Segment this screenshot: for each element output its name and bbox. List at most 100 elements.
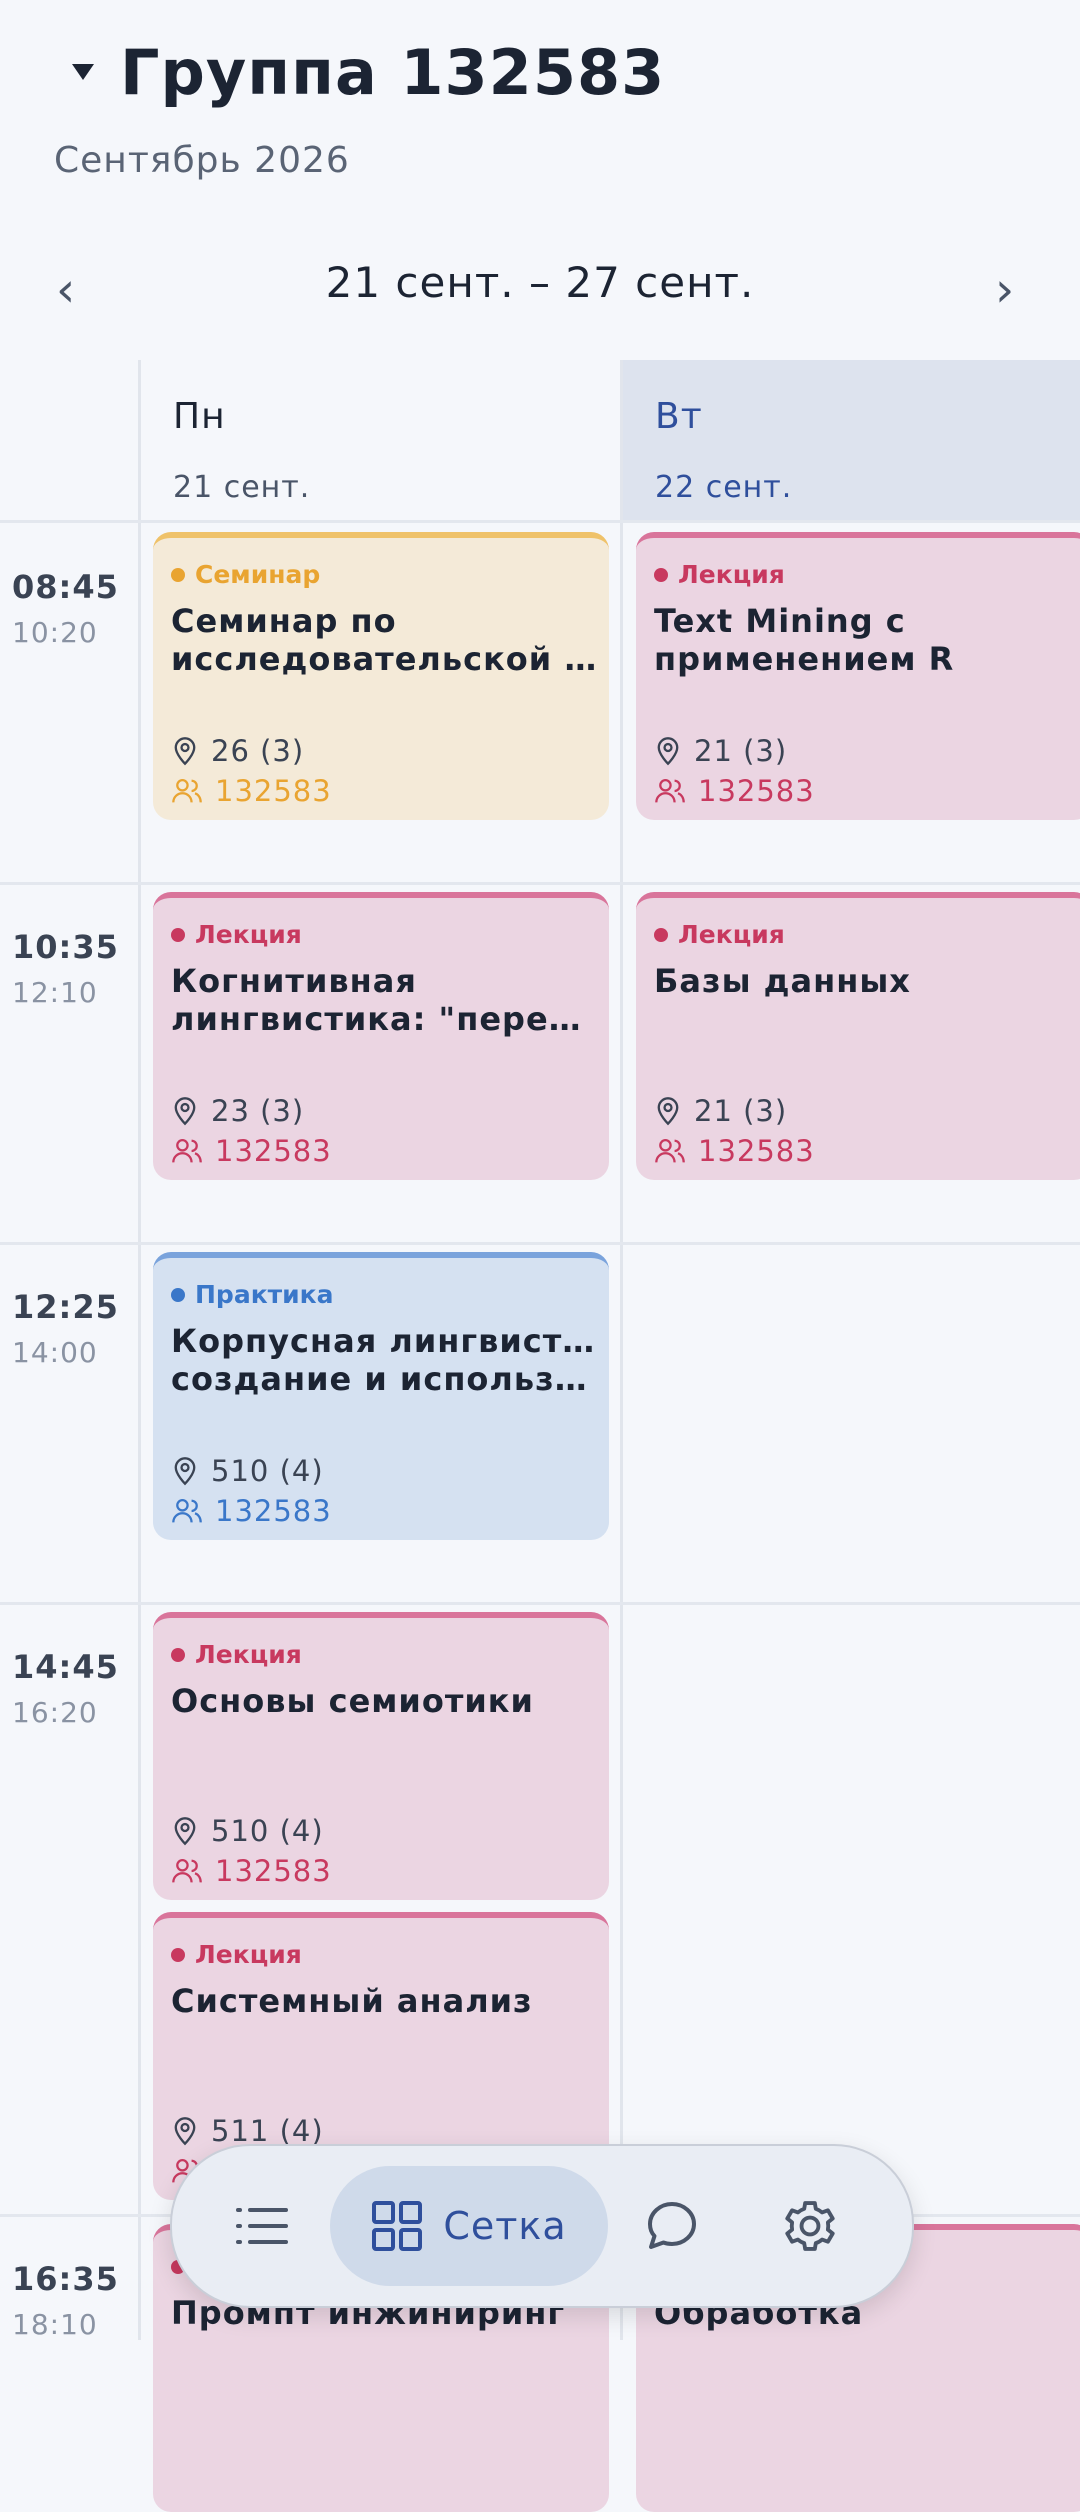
event-group: 132583 [171,1494,332,1528]
event-room: 26 (3) [171,734,304,768]
next-week-button[interactable]: › [995,262,1014,318]
event-card[interactable]: Лекция Базы данных 21 (3) 132583 [636,892,1080,1180]
type-dot-icon [654,567,668,582]
day-name: Вт [655,396,703,437]
type-dot-icon [654,927,668,942]
event-title-line: создание и использов... [171,1360,601,1398]
event-type: Практика [171,1280,334,1309]
event-group: 132583 [171,1134,332,1168]
room-label: 511 (4) [211,2114,324,2148]
month-subtitle: Сентябрь 2026 [54,140,350,181]
grid-view-label: Сетка [443,2204,567,2248]
time-end: 10:20 [12,616,98,649]
event-type-label: Семинар [195,560,321,589]
event-type: Семинар [171,560,320,589]
group-label: 132583 [215,1134,332,1168]
chat-button[interactable] [612,2166,732,2286]
users-icon [655,779,685,803]
event-title-line: Text Mining с [654,602,906,640]
location-pin-icon [174,1817,196,1846]
group-label: 132583 [215,774,332,808]
event-card[interactable]: Практика Корпусная лингвистика: создание … [153,1252,609,1540]
location-pin-icon [174,1097,196,1126]
event-title: Корпусная лингвистика: создание и использ… [171,1322,601,1398]
collapse-triangle-icon[interactable] [72,64,94,80]
location-pin-icon [657,737,679,766]
event-room: 511 (4) [171,2114,324,2148]
room-label: 23 (3) [211,1094,305,1128]
event-title: Системный анализ [171,1982,601,2020]
row-divider [0,1602,1080,1605]
grid-view-button[interactable]: Сетка [330,2166,608,2286]
event-title-line: Семинар по [171,602,397,640]
settings-button[interactable] [750,2166,870,2286]
event-card[interactable]: Семинар Семинар по исследовательской и ..… [153,532,609,820]
type-dot-icon [171,1947,185,1962]
room-label: 21 (3) [694,1094,788,1128]
event-title-line: Корпусная лингвистика: [171,1322,601,1360]
time-start: 16:35 [12,2260,119,2298]
time-slot: 10:35 12:10 [12,928,119,1009]
event-type: Лекция [171,1640,302,1669]
page-title[interactable]: Группа 132583 [120,36,665,109]
group-label: 132583 [698,774,815,808]
day-header-mon[interactable]: Пн 21 сент. [141,360,620,520]
event-title-line: исследовательской и ... [171,640,601,678]
event-group: 132583 [171,1854,332,1888]
column-divider [620,360,623,2340]
list-icon [236,2208,288,2244]
time-end: 12:10 [12,976,98,1009]
event-room: 21 (3) [654,734,787,768]
event-room: 510 (4) [171,1814,324,1848]
event-type: Лекция [654,920,785,949]
event-type: Лекция [171,1940,302,1969]
event-card[interactable]: Лекция Когнитивная лингвистика: "передн..… [153,892,609,1180]
time-start: 12:25 [12,1288,119,1326]
event-type-label: Практика [195,1280,334,1309]
schedule-grid: Пн 21 сент. Вт 22 сент. 08:45 10:20 10:3… [0,360,1080,2512]
event-room: 21 (3) [654,1094,787,1128]
group-label: 132583 [215,1494,332,1528]
event-title: Когнитивная лингвистика: "передн... [171,962,601,1038]
time-end: 16:20 [12,1696,98,1729]
group-label: 132583 [215,1854,332,1888]
day-date: 22 сент. [655,470,793,505]
event-group: 132583 [654,1134,815,1168]
event-type-label: Лекция [195,920,302,949]
time-end: 18:10 [12,2308,98,2341]
event-card[interactable]: Лекция Основы семиотики 510 (4) 132583 [153,1612,609,1900]
list-view-button[interactable] [202,2166,322,2286]
event-group: 132583 [654,774,815,808]
event-title-line: Когнитивная [171,962,417,1000]
type-dot-icon [171,1287,185,1302]
time-start: 08:45 [12,568,119,606]
event-type: Лекция [654,560,785,589]
location-pin-icon [174,737,196,766]
users-icon [172,1139,202,1163]
group-label: 132583 [698,1134,815,1168]
time-slot: 12:25 14:00 [12,1288,119,1369]
event-card[interactable]: Лекция Text Mining с применением R 21 (3)… [636,532,1080,820]
row-divider [0,1242,1080,1245]
event-title-line: Основы семиотики [171,1682,534,1720]
event-title: Основы семиотики [171,1682,601,1720]
location-pin-icon [174,1457,196,1486]
bottom-navigation: Сетка [170,2144,914,2308]
event-room: 510 (4) [171,1454,324,1488]
settings-icon [785,2201,835,2251]
type-dot-icon [171,1647,185,1662]
day-date: 21 сент. [173,470,311,505]
type-dot-icon [171,927,185,942]
chat-icon [648,2202,696,2249]
row-divider [0,882,1080,885]
row-divider [0,520,1080,523]
event-title-line: Базы данных [654,962,911,1000]
event-title-line: Системный анализ [171,1982,533,2020]
event-type: Лекция [171,920,302,949]
time-slot: 08:45 10:20 [12,568,119,649]
event-type-label: Лекция [678,560,785,589]
event-type-label: Лекция [195,1940,302,1969]
day-name: Пн [173,396,226,437]
day-header-tue[interactable]: Вт 22 сент. [623,360,1080,520]
time-start: 10:35 [12,928,119,966]
